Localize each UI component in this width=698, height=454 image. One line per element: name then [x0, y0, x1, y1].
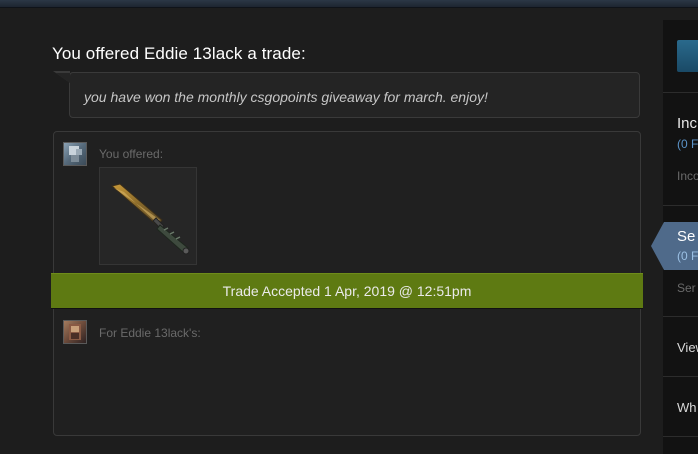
- message-bubble-tail-fill: [56, 73, 70, 83]
- sidebar-item-sent-offers[interactable]: Se (0 F: [651, 222, 698, 270]
- top-header-strip: [0, 0, 698, 8]
- trade-accepted-text: Trade Accepted 1 Apr, 2019 @ 12:51pm: [222, 283, 472, 299]
- sidebar-sent-title: Se: [677, 228, 696, 245]
- trade-accepted-banner: Trade Accepted 1 Apr, 2019 @ 12:51pm: [51, 273, 643, 309]
- offered-item-slot[interactable]: [99, 167, 197, 265]
- sidebar-sent-count: (0 F: [677, 249, 698, 263]
- trade-message-bubble: you have won the monthly csgopoints give…: [69, 72, 640, 118]
- partner-avatar[interactable]: [63, 320, 87, 344]
- sidebar-divider: [663, 205, 698, 206]
- trade-message-text: you have won the monthly csgopoints give…: [84, 89, 488, 105]
- sidebar-divider: [663, 92, 698, 93]
- sidebar-divider: [663, 316, 698, 317]
- trade-offer-page: You offered Eddie 13lack a trade: you ha…: [0, 0, 698, 454]
- sidebar-incoming-count[interactable]: (0 F: [677, 137, 698, 151]
- sidebar-what-link[interactable]: Wh: [677, 400, 697, 415]
- sidebar-divider: [663, 376, 698, 377]
- bayonet-knife-icon: [110, 183, 190, 255]
- sidebar-divider: [663, 436, 698, 437]
- for-partner-label: For Eddie 13lack's:: [99, 326, 201, 340]
- trade-title: You offered Eddie 13lack a trade:: [52, 44, 306, 63]
- sidebar-view-link[interactable]: View: [677, 340, 698, 355]
- sidebar-incoming-title[interactable]: Inc: [677, 115, 697, 132]
- sidebar-incoming-sub[interactable]: Inco: [677, 169, 698, 183]
- sidebar-action-button[interactable]: [677, 40, 698, 72]
- sidebar-sent-sub[interactable]: Ser: [677, 281, 696, 295]
- you-offered-label: You offered:: [99, 147, 164, 161]
- your-avatar[interactable]: [63, 142, 87, 166]
